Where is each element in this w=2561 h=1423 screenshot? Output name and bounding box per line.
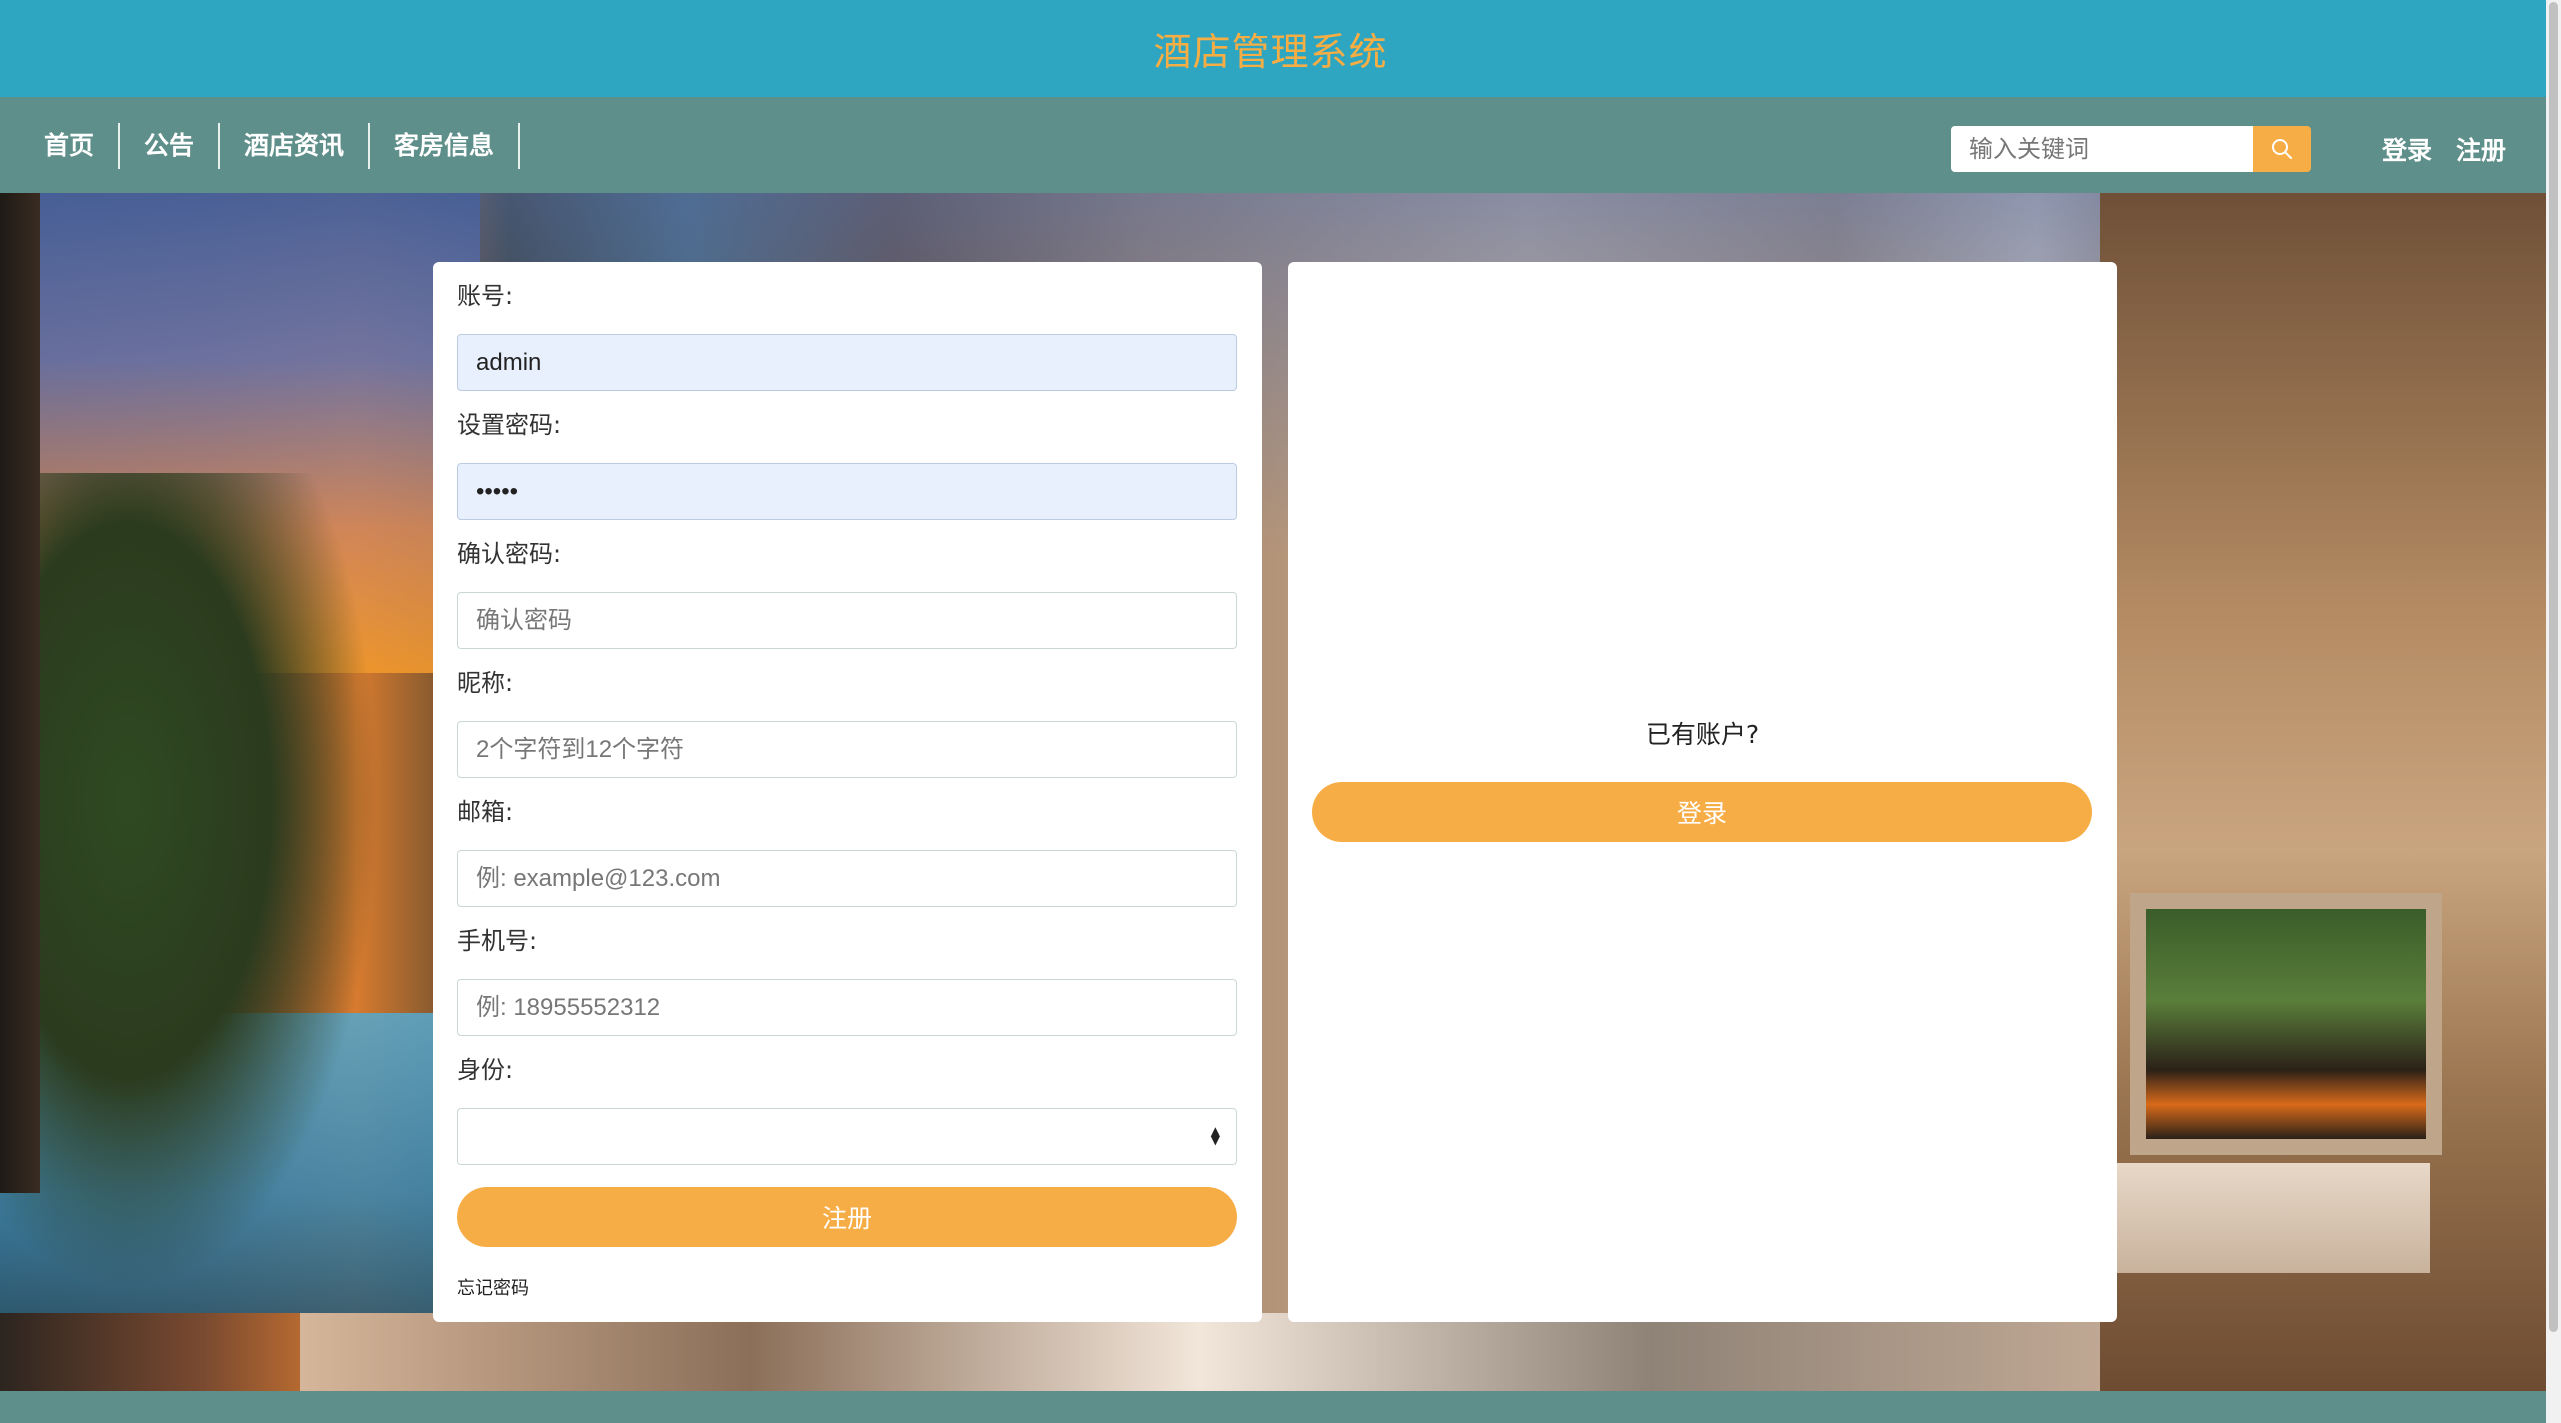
nav-item-room-info[interactable]: 客房信息 [370, 123, 521, 169]
login-link[interactable]: 登录 [2382, 131, 2432, 167]
phone-label: 手机号: [457, 927, 538, 955]
scrollbar-thumb[interactable] [2549, 2, 2558, 1332]
nickname-input[interactable] [457, 721, 1237, 778]
have-account-text: 已有账户? [1645, 720, 1760, 749]
nav-menu: 首页 公告 酒店资讯 客房信息 [21, 123, 521, 169]
phone-input[interactable] [457, 979, 1237, 1036]
password-label: 设置密码: [457, 411, 562, 439]
select-arrows-icon: ▲ ▼ [1210, 1124, 1220, 1147]
search-box [1951, 126, 2311, 172]
footer-strip [0, 1391, 2546, 1423]
account-label: 账号: [457, 282, 514, 310]
account-input[interactable] [457, 334, 1237, 391]
password-input[interactable] [457, 463, 1237, 520]
app-header: 酒店管理系统 [0, 0, 2561, 97]
forgot-password-link[interactable]: 忘记密码 [457, 1274, 529, 1300]
search-button[interactable] [2253, 126, 2311, 172]
email-label: 邮箱: [457, 798, 514, 826]
confirm-password-label: 确认密码: [457, 540, 562, 568]
palm-foliage [0, 473, 380, 1293]
nav-item-hotel-news[interactable]: 酒店资讯 [220, 123, 371, 169]
register-card: 账号: 设置密码: 确认密码: 昵称: 邮箱: 手机号: 身份: ▲▼ 注册 忘… [433, 262, 1262, 1322]
role-select[interactable]: ▲ ▼ [457, 1108, 1237, 1165]
nickname-label: 昵称: [457, 669, 514, 697]
search-input[interactable] [1951, 126, 2253, 172]
app-title: 酒店管理系统 [1153, 30, 1388, 74]
furniture-strip [300, 1313, 2100, 1391]
fireplace [2130, 893, 2442, 1155]
role-label: 身份: [457, 1056, 514, 1084]
auth-links: 登录 注册 [2382, 126, 2530, 172]
nav-item-announcements[interactable]: 公告 [120, 123, 221, 169]
login-panel: 已有账户? 登录 [1288, 262, 2117, 1322]
nav-bar: 首页 公告 酒店资讯 客房信息 登录 注册 [0, 97, 2561, 193]
nav-item-home[interactable]: 首页 [21, 123, 121, 169]
hero-background-image [0, 193, 2546, 1391]
sofa-cushion [2110, 1163, 2430, 1273]
page-scrollbar[interactable] [2546, 0, 2561, 1423]
search-icon [2272, 139, 2292, 159]
email-input[interactable] [457, 850, 1237, 907]
login-button[interactable]: 登录 [1312, 782, 2092, 842]
palm-trunk [0, 193, 40, 1193]
register-submit-button[interactable]: 注册 [457, 1187, 1237, 1247]
register-link[interactable]: 注册 [2456, 131, 2506, 167]
confirm-password-input[interactable] [457, 592, 1237, 649]
